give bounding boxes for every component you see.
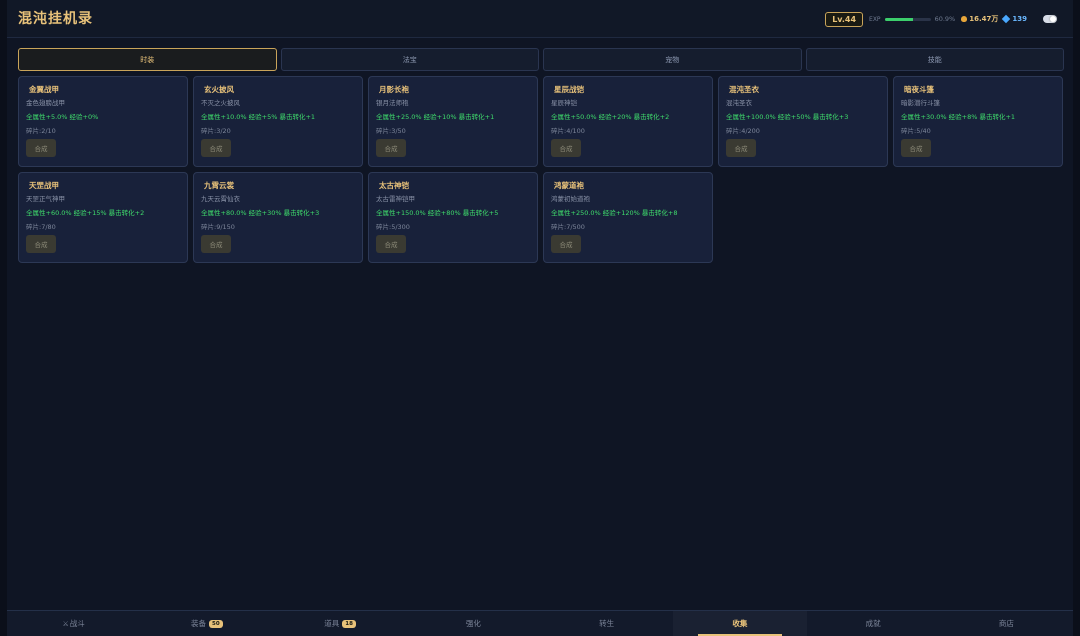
collection-card: 星辰战铠 星辰神铠 全属性+50.0% 经验+20% 暴击转化+2 碎片:4/1… bbox=[543, 76, 713, 167]
card-fragments: 碎片:7/500 bbox=[551, 223, 585, 231]
synthesize-button[interactable]: 合成 bbox=[26, 235, 56, 253]
synthesize-button[interactable]: 合成 bbox=[901, 139, 931, 157]
level-badge: Lv.44 bbox=[825, 11, 864, 27]
collection-card: 金翼战甲 金色翅膀战甲 全属性+5.0% 经验+0% 碎片:2/10 合成 bbox=[18, 76, 188, 167]
card-name: 玄火披风 bbox=[204, 85, 234, 94]
bottom-nav: ⚔ 战斗 装备 50 道具 18 强化 转生 收集 成就 商店 bbox=[7, 610, 1073, 636]
collection-card: 混沌圣衣 混沌圣衣 全属性+100.0% 经验+50% 暴击转化+3 碎片:4/… bbox=[718, 76, 888, 167]
card-name: 星辰战铠 bbox=[554, 85, 584, 94]
card-subtitle: 金色翅膀战甲 bbox=[26, 99, 65, 107]
nav-achievements[interactable]: 成就 bbox=[807, 611, 940, 636]
card-bonus: 全属性+5.0% 经验+0% bbox=[26, 113, 99, 121]
app-frame: 混沌挂机录 Lv.44 EXP 60.9% 16.47万 139 时装 法宝 宠… bbox=[7, 0, 1073, 636]
synthesize-button[interactable]: 合成 bbox=[726, 139, 756, 157]
card-subtitle: 银月法师袍 bbox=[376, 99, 409, 107]
nav-label: 强化 bbox=[465, 619, 481, 628]
card-bonus: 全属性+250.0% 经验+120% 暴击转化+8 bbox=[551, 209, 678, 217]
card-subtitle: 九天云霄仙衣 bbox=[201, 195, 240, 203]
nav-battle[interactable]: ⚔ 战斗 bbox=[7, 611, 140, 636]
card-name: 金翼战甲 bbox=[29, 85, 59, 94]
collection-card: 太古神铠 太古雷神铠甲 全属性+150.0% 经验+80% 暴击转化+5 碎片:… bbox=[368, 172, 538, 263]
card-bonus: 全属性+100.0% 经验+50% 暴击转化+3 bbox=[726, 113, 849, 121]
nav-enhance[interactable]: 强化 bbox=[407, 611, 540, 636]
card-subtitle: 星辰神铠 bbox=[551, 99, 577, 107]
nav-label: 道具 bbox=[324, 619, 340, 628]
synthesize-button[interactable]: 合成 bbox=[551, 139, 581, 157]
card-name: 暗夜斗篷 bbox=[904, 85, 934, 94]
nav-label: 转生 bbox=[599, 619, 615, 628]
collection-card: 玄火披风 不灭之火披风 全属性+10.0% 经验+5% 暴击转化+1 碎片:3/… bbox=[193, 76, 363, 167]
card-subtitle: 天罡正气神甲 bbox=[26, 195, 65, 203]
card-bonus: 全属性+10.0% 经验+5% 暴击转化+1 bbox=[201, 113, 316, 121]
card-name: 天罡战甲 bbox=[29, 181, 59, 190]
sword-icon: ⚔ bbox=[62, 619, 69, 628]
collection-card: 天罡战甲 天罡正气神甲 全属性+60.0% 经验+15% 暴击转化+2 碎片:7… bbox=[18, 172, 188, 263]
nav-items[interactable]: 道具 18 bbox=[274, 611, 407, 636]
card-fragments: 碎片:2/10 bbox=[26, 127, 56, 135]
count-badge: 50 bbox=[209, 619, 223, 628]
nav-shop[interactable]: 商店 bbox=[940, 611, 1073, 636]
card-fragments: 碎片:9/150 bbox=[201, 223, 235, 231]
tab-treasure[interactable]: 法宝 bbox=[280, 48, 539, 71]
card-fragments: 碎片:3/50 bbox=[376, 127, 406, 135]
card-name: 太古神铠 bbox=[379, 181, 409, 190]
diamond-icon bbox=[1002, 14, 1011, 24]
synthesize-button[interactable]: 合成 bbox=[26, 139, 56, 157]
collection-card: 鸿蒙道袍 鸿蒙初始道袍 全属性+250.0% 经验+120% 暴击转化+8 碎片… bbox=[543, 172, 713, 263]
top-header: 混沌挂机录 Lv.44 EXP 60.9% 16.47万 139 bbox=[7, 0, 1073, 38]
synthesize-button[interactable]: 合成 bbox=[551, 235, 581, 253]
gold-coin-icon bbox=[961, 16, 968, 22]
card-fragments: 碎片:7/80 bbox=[26, 223, 56, 231]
settings-toggle[interactable] bbox=[1043, 15, 1057, 23]
card-fragments: 碎片:5/40 bbox=[901, 127, 931, 135]
card-bonus: 全属性+150.0% 经验+80% 暴击转化+5 bbox=[376, 209, 499, 217]
collection-card: 月影长袍 银月法师袍 全属性+25.0% 经验+10% 暴击转化+1 碎片:3/… bbox=[368, 76, 538, 167]
card-bonus: 全属性+30.0% 经验+8% 暴击转化+1 bbox=[901, 113, 1016, 121]
tab-skill[interactable]: 技能 bbox=[805, 48, 1064, 71]
collection-card: 九霄云裳 九天云霄仙衣 全属性+80.0% 经验+30% 暴击转化+3 碎片:9… bbox=[193, 172, 363, 263]
tab-fashion[interactable]: 时装 bbox=[18, 48, 277, 71]
synthesize-button[interactable]: 合成 bbox=[376, 235, 406, 253]
gold-amount: 16.47万 bbox=[969, 15, 999, 23]
collection-card: 暗夜斗篷 暗影潜行斗篷 全属性+30.0% 经验+8% 暴击转化+1 碎片:5/… bbox=[893, 76, 1063, 167]
exp-progress-fill bbox=[884, 17, 913, 21]
player-stats: Lv.44 EXP 60.9% 16.47万 139 bbox=[825, 10, 1057, 28]
synthesize-button[interactable]: 合成 bbox=[201, 139, 231, 157]
app-title: 混沌挂机录 bbox=[18, 11, 93, 27]
card-subtitle: 鸿蒙初始道袍 bbox=[551, 195, 590, 203]
card-fragments: 碎片:4/100 bbox=[551, 127, 585, 135]
exp-percent: 60.9% bbox=[934, 15, 956, 23]
card-fragments: 碎片:5/300 bbox=[376, 223, 410, 231]
nav-label: 商店 bbox=[998, 619, 1014, 628]
nav-collection[interactable]: 收集 bbox=[673, 611, 807, 636]
nav-rebirth[interactable]: 转生 bbox=[540, 611, 673, 636]
nav-label: 收集 bbox=[732, 619, 748, 628]
card-name: 鸿蒙道袍 bbox=[554, 181, 584, 190]
synthesize-button[interactable]: 合成 bbox=[376, 139, 406, 157]
gem-amount: 139 bbox=[1012, 15, 1027, 23]
card-fragments: 碎片:4/200 bbox=[726, 127, 760, 135]
nav-label: 成就 bbox=[865, 619, 881, 628]
count-badge: 18 bbox=[342, 619, 356, 628]
card-fragments: 碎片:3/20 bbox=[201, 127, 231, 135]
card-bonus: 全属性+25.0% 经验+10% 暴击转化+1 bbox=[376, 113, 495, 121]
card-bonus: 全属性+60.0% 经验+15% 暴击转化+2 bbox=[26, 209, 145, 217]
card-subtitle: 暗影潜行斗篷 bbox=[901, 99, 940, 107]
card-subtitle: 太古雷神铠甲 bbox=[376, 195, 415, 203]
exp-progress-bar bbox=[884, 17, 931, 21]
tab-pet[interactable]: 宠物 bbox=[543, 48, 802, 71]
card-name: 混沌圣衣 bbox=[729, 85, 759, 94]
nav-label: 装备 bbox=[191, 619, 207, 628]
exp-label: EXP bbox=[869, 15, 881, 23]
card-name: 九霄云裳 bbox=[204, 181, 234, 190]
card-bonus: 全属性+50.0% 经验+20% 暴击转化+2 bbox=[551, 113, 670, 121]
card-subtitle: 混沌圣衣 bbox=[726, 99, 752, 107]
collection-tabs: 时装 法宝 宠物 技能 bbox=[18, 48, 1064, 71]
card-subtitle: 不灭之火披风 bbox=[201, 99, 240, 107]
nav-equipment[interactable]: 装备 50 bbox=[140, 611, 273, 636]
synthesize-button[interactable]: 合成 bbox=[201, 235, 231, 253]
card-bonus: 全属性+80.0% 经验+30% 暴击转化+3 bbox=[201, 209, 320, 217]
nav-label: 战斗 bbox=[69, 619, 85, 628]
card-name: 月影长袍 bbox=[379, 85, 409, 94]
